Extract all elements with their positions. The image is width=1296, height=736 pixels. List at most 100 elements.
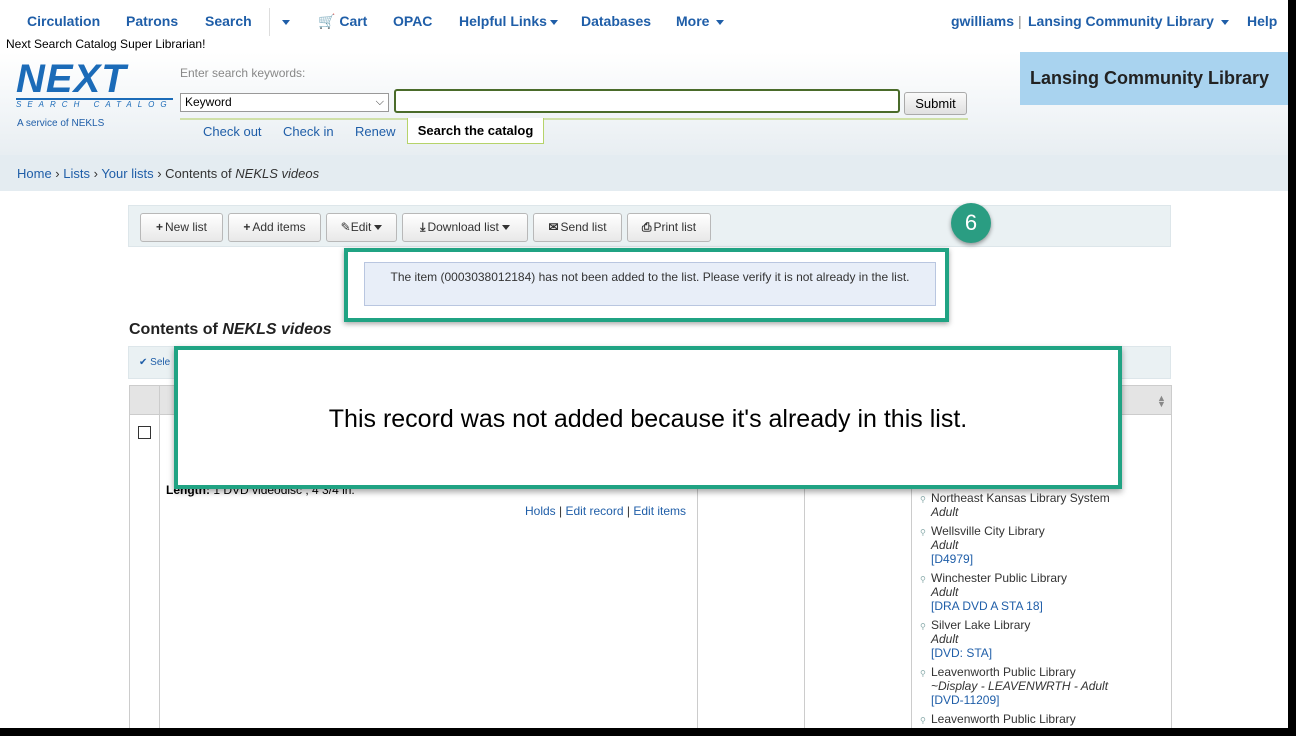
contents-heading-prefix: Contents of: [129, 321, 223, 338]
nav-more[interactable]: More: [676, 13, 725, 29]
chevron-down-icon: ⌵: [375, 96, 384, 108]
printer-icon: ⎙: [641, 220, 652, 234]
nav-circulation[interactable]: Circulation: [27, 13, 100, 29]
edit-button[interactable]: ✎Edit: [326, 213, 397, 242]
send-list-button[interactable]: ✉ Send list: [533, 213, 622, 242]
holding-location: ~Display - LEAVENWRTH - Adult: [931, 679, 1109, 693]
search-type-value: Keyword: [185, 95, 232, 109]
breadcrumb-your-lists[interactable]: Your lists: [101, 166, 153, 181]
breadcrumb-lists[interactable]: Lists: [63, 166, 90, 181]
header: NEXT SEARCH CATALOG A service of NEKLS E…: [0, 52, 1288, 155]
holding-call-number[interactable]: [D4979]: [931, 552, 1110, 566]
search-type-select[interactable]: Keyword ⌵: [180, 93, 389, 112]
holding-library: Leavenworth Public Library: [931, 712, 1076, 726]
holding-library: Silver Lake Library: [931, 618, 1031, 632]
caret-down-icon: [501, 225, 510, 231]
availability-list: ⚲ Northeast Kansas Library System Adult …: [920, 491, 1110, 728]
download-list-button[interactable]: ⤓ Download list: [402, 213, 528, 242]
next-logo[interactable]: NEXT SEARCH CATALOG: [16, 57, 173, 109]
nav-divider: [269, 8, 270, 36]
location-icon: ⚲: [920, 575, 926, 584]
message-highlight-outline: [344, 248, 949, 322]
add-items-button[interactable]: + Add items: [228, 213, 321, 242]
nav-patrons[interactable]: Patrons: [126, 13, 178, 29]
nav-more-label: More: [676, 13, 710, 29]
caret-down-icon: [282, 19, 290, 25]
nav-opac[interactable]: OPAC: [393, 13, 432, 29]
availability-entry: ⚲ Leavenworth Public Library ~Display - …: [920, 665, 1110, 707]
holding-location: Adult: [931, 505, 959, 519]
nav-search-dropdown[interactable]: [279, 13, 290, 29]
nav-helpful-links[interactable]: Helpful Links: [459, 13, 558, 29]
envelope-icon: ✉: [548, 220, 559, 234]
holding-library: Northeast Kansas Library System: [931, 491, 1110, 505]
holding-location: Adult: [931, 585, 959, 599]
availability-entry: ⚲ Silver Lake Library Adult [DVD: STA]: [920, 618, 1110, 660]
nav-help[interactable]: Help: [1247, 13, 1277, 29]
tab-search-catalog[interactable]: Search the catalog: [407, 118, 544, 144]
nav-library[interactable]: Lansing Community Library: [1028, 13, 1229, 29]
tutorial-callout: This record was not added because it's a…: [174, 346, 1122, 489]
breadcrumb-current-prefix: Contents of: [165, 166, 236, 181]
location-icon: ⚲: [920, 622, 926, 631]
column-divider: [159, 386, 160, 728]
location-icon: ⚲: [920, 528, 926, 537]
nav-cart[interactable]: 🛒 Cart: [318, 13, 367, 30]
location-icon: ⚲: [920, 669, 926, 678]
holding-call-number[interactable]: [DVD-11209]: [931, 693, 1110, 707]
caret-down-icon: [549, 19, 558, 25]
holding-call-number[interactable]: [DVD: STA]: [931, 646, 1110, 660]
caret-down-icon: [716, 19, 725, 25]
send-list-label: Send list: [560, 220, 607, 234]
tab-renew[interactable]: Renew: [355, 124, 395, 139]
search-input[interactable]: [394, 89, 900, 113]
nav-separator: |: [1018, 13, 1022, 29]
holding-location: Adult: [931, 538, 959, 552]
holds-link[interactable]: Holds: [525, 504, 556, 518]
nav-user[interactable]: gwilliams: [951, 13, 1014, 29]
availability-entry: ⚲ Wellsville City Library Adult [D4979]: [920, 524, 1110, 566]
pencil-icon: ✎: [340, 220, 351, 234]
list-toolbar: + New list + Add items ✎Edit ⤓ Download lis…: [128, 205, 1171, 247]
availability-entry: ⚲ Winchester Public Library Adult [DRA D…: [920, 571, 1110, 613]
top-navbar: Circulation Patrons Search 🛒 Cart OPAC H…: [0, 0, 1288, 36]
new-list-button[interactable]: + New list: [140, 213, 223, 242]
nav-helpful-links-label: Helpful Links: [459, 13, 547, 29]
nav-databases[interactable]: Databases: [581, 13, 651, 29]
print-list-button[interactable]: ⎙ Print list: [627, 213, 711, 242]
submit-button[interactable]: Submit: [904, 92, 967, 115]
holding-library: Winchester Public Library: [931, 571, 1068, 585]
location-icon: ⚲: [920, 495, 926, 504]
screen: Circulation Patrons Search 🛒 Cart OPAC H…: [0, 0, 1288, 728]
logo-brand: NEXT: [16, 57, 127, 101]
print-list-label: Print list: [653, 220, 697, 234]
nav-library-label: Lansing Community Library: [1028, 13, 1214, 29]
logo-tagline: SEARCH CATALOG: [16, 98, 173, 109]
edit-record-link[interactable]: Edit record: [566, 504, 624, 518]
add-items-label: Add items: [252, 220, 306, 234]
breadcrumb-home[interactable]: Home: [17, 166, 52, 181]
tab-check-out[interactable]: Check out: [203, 124, 262, 139]
search-label: Enter search keywords:: [180, 66, 306, 80]
edit-label: Edit: [350, 220, 372, 234]
step-number-badge: 6: [951, 203, 991, 243]
holding-library: Leavenworth Public Library: [931, 665, 1076, 679]
row-action-links: Holds | Edit record | Edit items: [525, 504, 687, 518]
contents-heading: Contents of NEKLS videos: [129, 321, 332, 339]
download-list-label: Download list: [427, 220, 499, 234]
tab-check-in[interactable]: Check in: [283, 124, 334, 139]
caret-down-icon: [1220, 19, 1229, 25]
nav-search[interactable]: Search: [205, 13, 252, 29]
holding-location: Adult: [931, 632, 959, 646]
callout-text: This record was not added because it's a…: [328, 405, 968, 433]
breadcrumb: Home › Lists › Your lists › Contents of …: [0, 155, 1288, 191]
library-banner: Lansing Community Library: [1020, 52, 1288, 105]
cart-icon: 🛒: [318, 13, 336, 29]
row-checkbox[interactable]: [138, 426, 151, 439]
nav-cart-label: Cart: [339, 13, 368, 29]
sort-icon[interactable]: ▲ ▼: [1157, 394, 1166, 409]
holding-call-number[interactable]: [DRA DVD A STA 18]: [931, 599, 1110, 613]
plus-icon: +: [243, 220, 251, 234]
edit-items-link[interactable]: Edit items: [633, 504, 686, 518]
download-icon: ⤓: [420, 220, 426, 234]
